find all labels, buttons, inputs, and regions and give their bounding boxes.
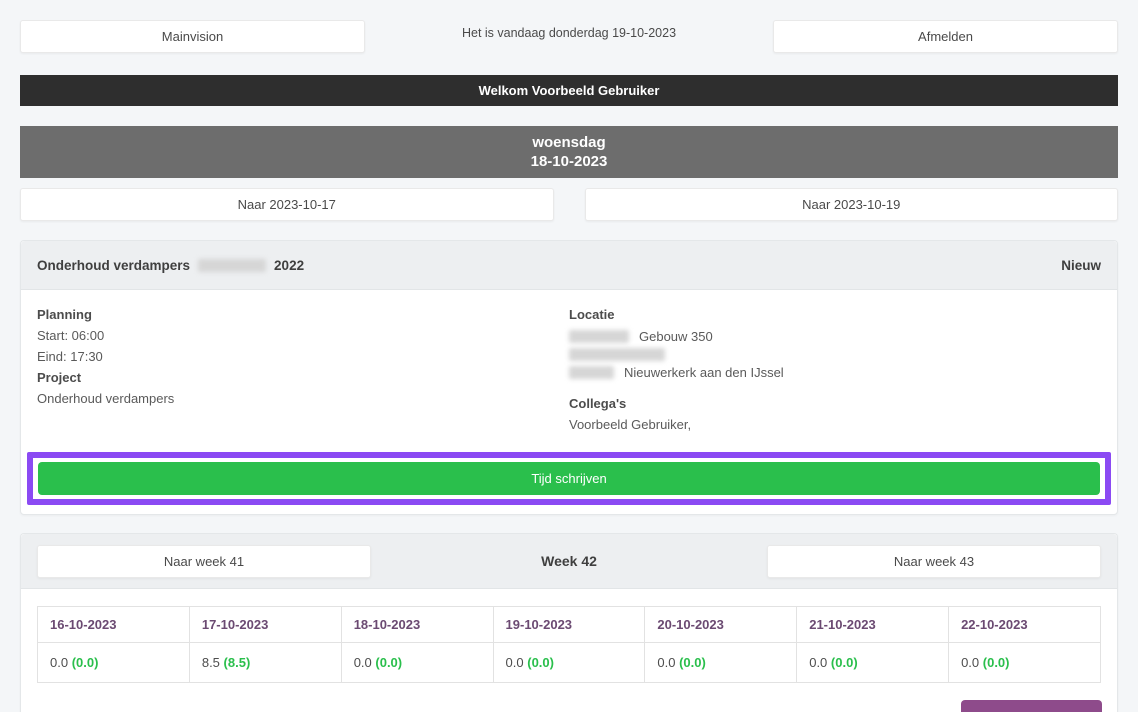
hours-cell: 0.0 (0.0) xyxy=(341,643,493,683)
welcome-bar: Welkom Voorbeeld Gebruiker xyxy=(20,75,1118,106)
prev-day-button[interactable]: Naar 2023-10-17 xyxy=(20,188,554,221)
location-heading: Locatie xyxy=(569,304,1101,325)
week-card: Week 42 Naar week 41 Naar week 43 16-10-… xyxy=(20,533,1118,712)
location-line-2 xyxy=(569,348,1101,361)
date-column-header: 18-10-2023 xyxy=(341,607,493,643)
hours-value: 0.0 xyxy=(354,655,372,670)
location-building: Gebouw 350 xyxy=(639,325,713,348)
today-text: Het is vandaag donderdag 19-10-2023 xyxy=(365,20,773,40)
hours-table: 16-10-2023 17-10-2023 18-10-2023 19-10-2… xyxy=(37,606,1101,683)
redacted-street xyxy=(569,348,665,361)
location-city: Nieuwerkerk aan den IJssel xyxy=(624,361,784,384)
planning-heading: Planning xyxy=(37,304,569,325)
week-body: 16-10-2023 17-10-2023 18-10-2023 19-10-2… xyxy=(21,589,1117,712)
date-column-header: 21-10-2023 xyxy=(797,607,949,643)
day-header-weekday: woensdag xyxy=(532,133,605,152)
logout-button[interactable]: Afmelden xyxy=(773,20,1118,53)
hours-value: 0.0 xyxy=(50,655,68,670)
day-header-date: 18-10-2023 xyxy=(531,152,608,171)
redacted-postcode xyxy=(569,366,614,379)
colleagues-heading: Collega's xyxy=(569,393,1101,414)
day-header: woensdag 18-10-2023 xyxy=(20,126,1118,178)
planning-column: Planning Start: 06:00 Eind: 17:30 Projec… xyxy=(37,304,569,435)
hours-value: 0.0 xyxy=(657,655,675,670)
hours-cell: 8.5 (8.5) xyxy=(189,643,341,683)
hours-cell: 0.0 (0.0) xyxy=(949,643,1101,683)
week-header: Week 42 Naar week 41 Naar week 43 xyxy=(21,534,1117,589)
location-line-1: Gebouw 350 xyxy=(569,325,1101,348)
hours-value-paren: (8.5) xyxy=(224,655,251,670)
planning-start: Start: 06:00 xyxy=(37,325,569,346)
project-heading: Project xyxy=(37,367,569,388)
date-column-header: 16-10-2023 xyxy=(38,607,190,643)
hours-value-paren: (0.0) xyxy=(983,655,1010,670)
top-bar: Mainvision Het is vandaag donderdag 19-1… xyxy=(20,20,1118,53)
job-card: Onderhoud verdampers 2022 Nieuw Planning… xyxy=(20,240,1118,515)
next-week-button[interactable]: Naar week 43 xyxy=(767,545,1101,578)
job-card-header: Onderhoud verdampers 2022 Nieuw xyxy=(21,241,1117,290)
project-name: Onderhoud verdampers xyxy=(37,388,569,409)
hours-cell: 0.0 (0.0) xyxy=(645,643,797,683)
redacted-title-segment xyxy=(198,259,266,272)
page: Mainvision Het is vandaag donderdag 19-1… xyxy=(0,0,1138,712)
job-card-title: Onderhoud verdampers 2022 xyxy=(37,258,304,273)
mainvision-button[interactable]: Mainvision xyxy=(20,20,365,53)
hours-cell: 0.0 (0.0) xyxy=(797,643,949,683)
location-line-3: Nieuwerkerk aan den IJssel xyxy=(569,361,1101,384)
hours-value-paren: (0.0) xyxy=(72,655,99,670)
redacted-location-name xyxy=(569,330,629,343)
day-nav: Naar 2023-10-17 Naar 2023-10-19 xyxy=(20,188,1118,221)
planning-end: Eind: 17:30 xyxy=(37,346,569,367)
prev-week-button[interactable]: Naar week 41 xyxy=(37,545,371,578)
date-column-header: 22-10-2023 xyxy=(949,607,1101,643)
hours-cell: 0.0 (0.0) xyxy=(38,643,190,683)
hours-cell: 0.0 (0.0) xyxy=(493,643,645,683)
hours-value: 0.0 xyxy=(809,655,827,670)
hours-value-paren: (0.0) xyxy=(375,655,402,670)
date-column-header: 19-10-2023 xyxy=(493,607,645,643)
next-day-button[interactable]: Naar 2023-10-19 xyxy=(585,188,1119,221)
job-title-prefix: Onderhoud verdampers xyxy=(37,258,190,273)
hours-value: 8.5 xyxy=(202,655,220,670)
location-column: Locatie Gebouw 350 Nieuwerkerk aan den I… xyxy=(569,304,1101,435)
job-title-suffix: 2022 xyxy=(274,258,304,273)
write-time-button[interactable]: Tijd schrijven xyxy=(38,462,1100,495)
hours-value-paren: (0.0) xyxy=(831,655,858,670)
hours-value-paren: (0.0) xyxy=(527,655,554,670)
week-footer xyxy=(37,683,1101,712)
hours-value: 0.0 xyxy=(961,655,979,670)
hours-table-header-row: 16-10-2023 17-10-2023 18-10-2023 19-10-2… xyxy=(38,607,1101,643)
date-column-header: 20-10-2023 xyxy=(645,607,797,643)
hours-value-paren: (0.0) xyxy=(679,655,706,670)
hours-table-value-row: 0.0 (0.0) 8.5 (8.5) 0.0 (0.0) 0.0 (0.0) … xyxy=(38,643,1101,683)
action-highlight-annotation: Tijd schrijven xyxy=(27,452,1111,505)
job-card-body: Planning Start: 06:00 Eind: 17:30 Projec… xyxy=(21,290,1117,435)
week-action-button[interactable] xyxy=(961,700,1102,712)
status-badge: Nieuw xyxy=(1061,258,1101,273)
date-column-header: 17-10-2023 xyxy=(189,607,341,643)
colleagues-names: Voorbeeld Gebruiker, xyxy=(569,414,1101,435)
hours-value: 0.0 xyxy=(506,655,524,670)
